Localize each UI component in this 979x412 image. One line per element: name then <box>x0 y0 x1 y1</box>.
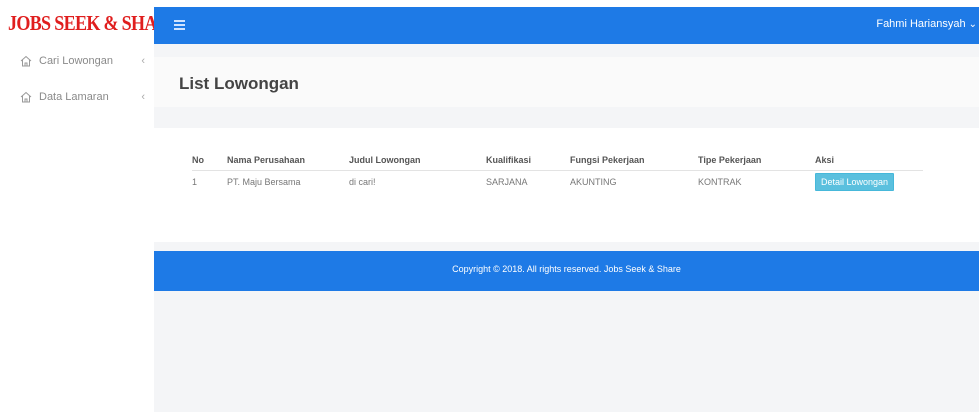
cell-kualifikasi: SARJANA <box>486 177 528 187</box>
page-header: List Lowongan <box>154 57 979 107</box>
job-list-card: No Nama Perusahaan Judul Lowongan Kualif… <box>154 128 979 242</box>
column-header: Fungsi Pekerjaan <box>570 155 645 165</box>
column-header: Nama Perusahaan <box>227 155 306 165</box>
column-header: Aksi <box>815 155 835 165</box>
main-content: List Lowongan No Nama Perusahaan Judul L… <box>154 44 979 412</box>
cell-no: 1 <box>192 177 198 187</box>
cell-perusahaan: PT. Maju Bersama <box>227 177 301 187</box>
chevron-down-icon: ⌄ <box>968 18 977 30</box>
column-header: Tipe Pekerjaan <box>698 155 762 165</box>
table-row: 1 PT. Maju Bersama di cari! SARJANA AKUN… <box>192 171 923 194</box>
sidebar-item-data-lamaran[interactable]: Data Lamaran ‹ <box>20 87 145 107</box>
chevron-left-icon: ‹ <box>141 91 145 103</box>
home-icon <box>20 91 32 103</box>
top-navbar: Fahmi Hariansyah ⌄ <box>154 7 979 44</box>
chevron-left-icon: ‹ <box>141 55 145 67</box>
job-table: No Nama Perusahaan Judul Lowongan Kualif… <box>192 150 923 193</box>
cell-judul: di cari! <box>349 177 376 187</box>
column-header: Kualifikasi <box>486 155 532 165</box>
page-title: List Lowongan <box>179 74 299 93</box>
menu-toggle-icon[interactable] <box>174 20 185 30</box>
cell-tipe: KONTRAK <box>698 177 742 187</box>
footer: Copyright © 2018. All rights reserved. J… <box>154 251 979 291</box>
sidebar-item-label: Cari Lowongan <box>39 55 113 67</box>
detail-lowongan-button[interactable]: Detail Lowongan <box>815 173 895 191</box>
sidebar-item-label: Data Lamaran <box>39 91 109 103</box>
cell-fungsi: AKUNTING <box>570 177 617 187</box>
column-header: No <box>192 155 204 165</box>
user-name: Fahmi Hariansyah <box>876 18 966 30</box>
sidebar: JOBS SEEK & SHARE Cari Lowongan ‹ Data L… <box>0 0 181 412</box>
column-header: Judul Lowongan <box>349 155 421 165</box>
cell-aksi: Detail Lowongan <box>815 171 923 194</box>
user-menu[interactable]: Fahmi Hariansyah ⌄ <box>876 18 977 30</box>
footer-copyright: Copyright © 2018. All rights reserved. J… <box>452 264 681 274</box>
home-icon <box>20 55 32 67</box>
sidebar-item-cari-lowongan[interactable]: Cari Lowongan ‹ <box>20 51 145 71</box>
table-header-row: No Nama Perusahaan Judul Lowongan Kualif… <box>192 150 923 171</box>
